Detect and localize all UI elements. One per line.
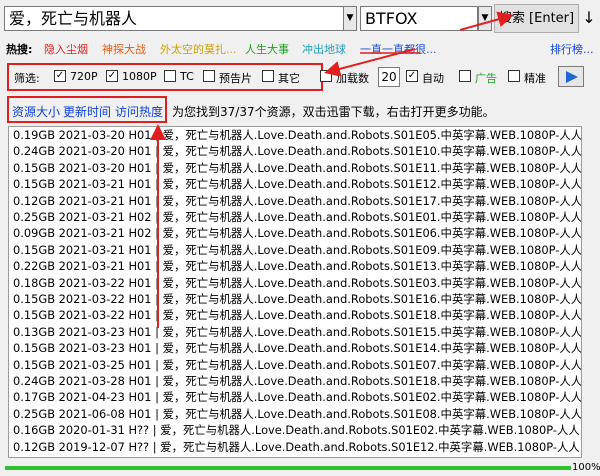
list-item[interactable]: 0.24GB 2021-03-20 H01 | 爱，死亡与机器人.Love.De… [9,143,581,159]
play-button[interactable] [558,66,584,87]
list-item[interactable]: 0.22GB 2021-03-21 H01 | 爱，死亡与机器人.Love.De… [9,258,581,274]
filter-label: 筛选: [14,72,40,85]
list-item[interactable]: 0.25GB 2021-03-21 H02 | 爱，死亡与机器人.Love.De… [9,209,581,225]
list-item[interactable]: 0.15GB 2021-03-23 H01 | 爱，死亡与机器人.Love.De… [9,340,581,356]
download-arrow-button[interactable]: ↓ [580,4,598,33]
ranking-link[interactable]: 排行榜... [550,41,594,57]
list-item[interactable]: 0.12GB 2019-12-07 H?? | 爱，死亡与机器人.Love.De… [9,439,581,455]
hot-item[interactable]: 神探大战 [102,41,146,57]
filter-tc-checkbox[interactable] [164,70,176,82]
sort-by-heat-link[interactable]: 访问热度 [115,103,163,120]
list-item[interactable]: 0.15GB 2021-03-25 H01 | 爱，死亡与机器人.Love.De… [9,357,581,373]
list-item[interactable]: 0.09GB 2021-03-21 H02 | 爱，死亡与机器人.Love.De… [9,225,581,241]
list-item[interactable]: 0.19GB 2021-03-20 H01 | 爱，死亡与机器人.Love.De… [9,127,581,143]
search-button[interactable]: 搜索 [Enter] [494,4,579,33]
list-item[interactable]: 0.24GB 2021-03-28 H01 | 爱，死亡与机器人.Love.De… [9,373,581,389]
filter-1080p-label: 1080P [122,70,157,83]
list-item[interactable]: 0.15GB 2021-03-20 H01 | 爱，死亡与机器人.Love.De… [9,160,581,176]
progress-percent: 100% [572,462,600,473]
list-item[interactable]: 0.18GB 2021-03-22 H01 | 爱，死亡与机器人.Love.De… [9,275,581,291]
load-count-input[interactable]: 20 [378,67,400,87]
load-count-checkbox[interactable] [320,70,332,82]
load-count-label: 加载数 [336,72,369,85]
list-item[interactable]: 0.12GB 2021-03-21 H01 | 爱，死亡与机器人.Love.De… [9,193,581,209]
filter-bar: 筛选: ✓ 720P ✓ 1080P TC 预告片 其它 加载数 20 ✓ 自动… [0,66,600,88]
status-bar: 100% [0,460,600,476]
list-item[interactable]: 0.15GB 2021-03-21 H01 | 爱，死亡与机器人.Love.De… [9,176,581,192]
hot-item[interactable]: 人生大事 [245,41,289,57]
hot-search-label: 热搜: [6,43,33,56]
engine-select[interactable]: BTFOX [360,6,478,31]
filter-other-label: 其它 [278,72,300,85]
filter-other-checkbox[interactable] [262,70,274,82]
result-info-text: 为您找到37/37个资源，双击迅雷下载，右击打开更多功能。 [172,105,495,119]
filter-720p-checkbox[interactable]: ✓ [54,70,66,82]
engine-dropdown[interactable]: ▼ [478,6,492,31]
hot-item[interactable]: 外太空的莫扎... [160,41,237,57]
results-list[interactable]: 0.19GB 2021-03-20 H01 | 爱，死亡与机器人.Love.De… [8,126,582,458]
hot-search-bar: 热搜: 隐入尘烟 神探大战 外太空的莫扎... 人生大事 冲出地球 一直一直都很… [0,38,600,58]
sort-bar: 资源大小 更新时间 访问热度 为您找到37/37个资源，双击迅雷下载，右击打开更… [0,99,600,123]
list-item[interactable]: 0.17GB 2021-04-23 H01 | 爱，死亡与机器人.Love.De… [9,389,581,405]
list-item[interactable]: 0.25GB 2021-06-08 H01 | 爱，死亡与机器人.Love.De… [9,406,581,422]
list-item[interactable]: 0.16GB 2020-01-31 H?? | 爱，死亡与机器人.Love.De… [9,422,581,438]
progress-fill [5,466,571,470]
search-history-dropdown[interactable]: ▼ [343,6,357,31]
auto-checkbox[interactable]: ✓ [406,70,418,82]
precise-checkbox[interactable] [508,70,520,82]
filter-trailer-checkbox[interactable] [203,70,215,82]
search-input[interactable]: 爱，死亡与机器人 [4,6,344,31]
progress-bar [5,466,571,470]
filter-1080p-checkbox[interactable]: ✓ [106,70,118,82]
play-icon [566,71,578,83]
list-item[interactable]: 0.15GB 2021-03-22 H01 | 爱，死亡与机器人.Love.De… [9,307,581,323]
sort-by-size-link[interactable]: 资源大小 [12,103,60,120]
list-item[interactable]: 0.15GB 2021-03-21 H01 | 爱，死亡与机器人.Love.De… [9,242,581,258]
hot-item[interactable]: 隐入尘烟 [44,41,88,57]
ad-label: 广告 [475,72,497,85]
auto-label: 自动 [422,72,444,85]
list-item[interactable]: 0.15GB 2021-03-22 H01 | 爱，死亡与机器人.Love.De… [9,291,581,307]
filter-720p-label: 720P [70,70,98,83]
filter-trailer-label: 预告片 [219,72,252,85]
filter-tc-label: TC [180,70,194,83]
hot-item[interactable]: 一直一直都很... [360,41,437,57]
hot-item[interactable]: 冲出地球 [302,41,346,57]
search-bar: 爱，死亡与机器人 ▼ BTFOX ▼ 搜索 [Enter] ↓ [0,0,600,36]
vertical-scrollbar[interactable] [583,126,597,458]
list-item[interactable]: 0.13GB 2021-03-23 H01 | 爱，死亡与机器人.Love.De… [9,324,581,340]
sort-by-time-link[interactable]: 更新时间 [63,103,111,120]
ad-checkbox[interactable] [459,70,471,82]
precise-label: 精准 [524,72,546,85]
